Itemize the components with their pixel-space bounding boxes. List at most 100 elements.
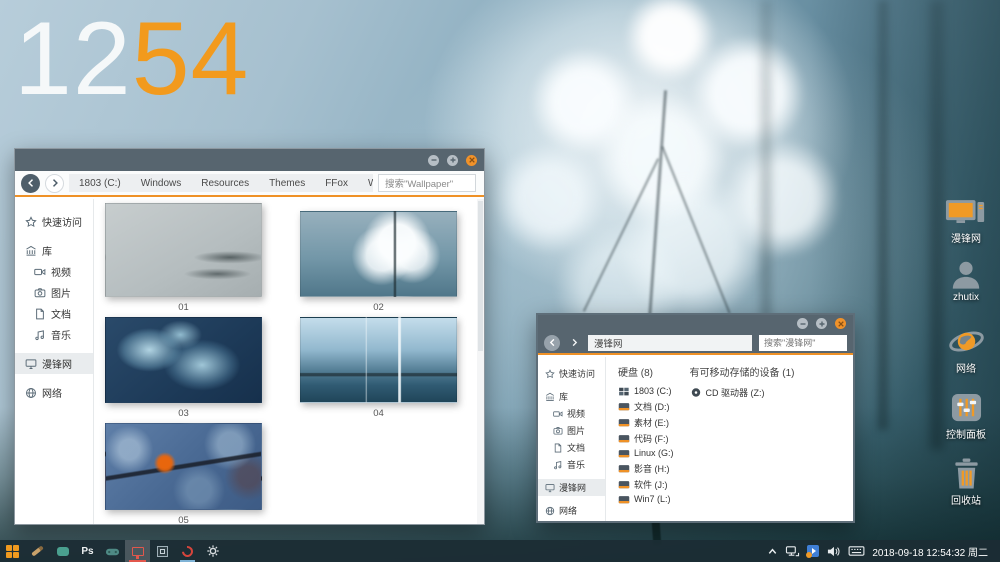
desktop-icon-manfengwang[interactable]: 漫锋网 bbox=[936, 198, 996, 245]
window-titlebar[interactable] bbox=[538, 315, 853, 332]
minimize-button[interactable] bbox=[797, 318, 808, 329]
wallpaper-image-02[interactable] bbox=[300, 211, 457, 297]
back-button[interactable] bbox=[544, 335, 560, 351]
search-input[interactable]: 搜索"Wallpaper" bbox=[378, 174, 476, 192]
wallpaper-image-01[interactable] bbox=[105, 203, 262, 297]
window-titlebar[interactable] bbox=[15, 149, 484, 171]
taskbar-app-notes[interactable] bbox=[150, 540, 175, 562]
back-button[interactable] bbox=[21, 174, 40, 193]
taskbar-app-messenger[interactable] bbox=[50, 540, 75, 562]
desktop-icon-network[interactable]: 网络 bbox=[936, 326, 996, 375]
network-globe-icon bbox=[948, 326, 985, 357]
gamepad-icon bbox=[105, 544, 120, 559]
start-button[interactable] bbox=[0, 540, 25, 562]
sidebar-item-libraries[interactable]: 库 bbox=[538, 388, 605, 405]
drive-item[interactable]: 素材 (E:) bbox=[618, 414, 674, 430]
drive-item[interactable]: 软件 (J:) bbox=[618, 476, 674, 492]
taskbar-app-pen[interactable] bbox=[25, 540, 50, 562]
square-app-icon bbox=[157, 546, 168, 557]
sidebar-item-libraries[interactable]: 库 bbox=[15, 240, 93, 261]
explorer-toolbar: 漫锋网 搜索"漫锋网" bbox=[538, 332, 853, 355]
drive-label: Linux (G:) bbox=[634, 448, 674, 458]
breadcrumb-item[interactable]: Wallpaper bbox=[358, 178, 373, 189]
hard-drives-group: 硬盘 (8) 1803 (C:) 文档 (D:) 素材 (E:) 代码 (F:)… bbox=[618, 364, 674, 521]
sidebar-item-label: 图片 bbox=[567, 424, 585, 437]
close-button[interactable] bbox=[835, 318, 846, 329]
clock-hours: 12 bbox=[14, 1, 132, 117]
minimize-button[interactable] bbox=[428, 155, 439, 166]
desktop-wallpaper[interactable]: 1254 1803 (C:) Windows Resources Themes … bbox=[0, 0, 1000, 562]
wallpaper-image-04[interactable] bbox=[300, 317, 457, 403]
file-thumbnail[interactable]: 04 bbox=[300, 317, 457, 419]
photoshop-icon: Ps bbox=[81, 546, 93, 557]
sidebar-item-videos[interactable]: 视频 bbox=[15, 261, 93, 282]
drive-item[interactable]: 文档 (D:) bbox=[618, 398, 674, 414]
sidebar-item-this-pc[interactable]: 漫锋网 bbox=[15, 353, 93, 374]
search-input[interactable]: 搜索"漫锋网" bbox=[759, 335, 847, 351]
breadcrumb-item[interactable]: Resources bbox=[191, 178, 259, 189]
desktop-icon-zhutix[interactable]: zhutix bbox=[936, 260, 996, 303]
address-bar[interactable]: 漫锋网 bbox=[588, 335, 752, 351]
sidebar-item-pictures[interactable]: 图片 bbox=[15, 282, 93, 303]
breadcrumb-item[interactable]: Themes bbox=[259, 178, 315, 189]
tray-touch-keyboard[interactable] bbox=[848, 545, 865, 557]
sidebar-item-network[interactable]: 网络 bbox=[538, 502, 605, 519]
drive-item[interactable]: Linux (G:) bbox=[618, 446, 674, 460]
explorer-sidebar: 快速访问 库 视频 图片 文档 音乐 漫锋网 网络 bbox=[15, 199, 94, 524]
file-thumbnail[interactable]: 03 bbox=[105, 317, 262, 419]
wallpaper-image-05[interactable] bbox=[105, 423, 262, 510]
tray-im-app[interactable] bbox=[807, 545, 819, 557]
network-status-icon bbox=[785, 545, 800, 558]
cd-drive-item[interactable]: CD 驱动器 (Z:) bbox=[690, 384, 795, 400]
forward-button[interactable] bbox=[45, 174, 64, 193]
scrollbar-thumb[interactable] bbox=[478, 201, 483, 351]
sidebar-item-documents[interactable]: 文档 bbox=[538, 439, 605, 456]
monitor-icon bbox=[132, 547, 144, 556]
tray-network[interactable] bbox=[785, 545, 800, 558]
tray-volume[interactable] bbox=[826, 545, 841, 558]
maximize-button[interactable] bbox=[816, 318, 827, 329]
taskbar-app-downloader[interactable] bbox=[175, 540, 200, 562]
sidebar-item-videos[interactable]: 视频 bbox=[538, 405, 605, 422]
sidebar-item-label: 快速访问 bbox=[559, 367, 595, 380]
scrollbar[interactable] bbox=[477, 199, 484, 524]
wallpaper-image-03[interactable] bbox=[105, 317, 262, 403]
sidebar-item-music[interactable]: 音乐 bbox=[538, 456, 605, 473]
file-thumbnail[interactable]: 02 bbox=[300, 211, 457, 313]
breadcrumb-item[interactable]: Windows bbox=[131, 178, 192, 189]
drive-item[interactable]: Win7 (L:) bbox=[618, 492, 674, 506]
explorer-body: 快速访问 库 视频 图片 文档 音乐 漫锋网 网络 硬盘 (8) 1803 (C… bbox=[538, 357, 853, 521]
sidebar-item-label: 图片 bbox=[51, 285, 71, 300]
taskbar-app-games[interactable] bbox=[100, 540, 125, 562]
tray-show-hidden-icons[interactable] bbox=[767, 546, 778, 557]
file-thumbnail[interactable]: 01 bbox=[105, 203, 262, 313]
sidebar-item-music[interactable]: 音乐 bbox=[15, 324, 93, 345]
taskbar-app-explorer[interactable] bbox=[125, 540, 150, 562]
breadcrumb-item[interactable]: FFox bbox=[315, 178, 358, 189]
sidebar-item-quick-access[interactable]: 快速访问 bbox=[538, 365, 605, 382]
gear-icon bbox=[206, 544, 220, 558]
taskbar-app-settings[interactable] bbox=[200, 540, 225, 562]
drive-item[interactable]: 1803 (C:) bbox=[618, 384, 674, 398]
drive-item[interactable]: 代码 (F:) bbox=[618, 430, 674, 446]
taskbar-clock[interactable]: 2018-09-18 12:54:32 周二 bbox=[872, 544, 988, 559]
taskbar-app-photoshop[interactable]: Ps bbox=[75, 540, 100, 562]
forward-button[interactable] bbox=[566, 335, 582, 351]
user-icon bbox=[950, 260, 982, 289]
desktop-icon-recycle-bin[interactable]: 回收站 bbox=[936, 458, 996, 507]
maximize-button[interactable] bbox=[447, 155, 458, 166]
sidebar-item-this-pc[interactable]: 漫锋网 bbox=[538, 479, 605, 496]
close-button[interactable] bbox=[466, 155, 477, 166]
sidebar-item-label: 漫锋网 bbox=[42, 356, 72, 371]
address-bar[interactable]: 1803 (C:) Windows Resources Themes FFox … bbox=[69, 174, 373, 192]
sidebar-item-pictures[interactable]: 图片 bbox=[538, 422, 605, 439]
sidebar-item-label: 文档 bbox=[567, 441, 585, 454]
sidebar-item-network[interactable]: 网络 bbox=[15, 382, 93, 403]
breadcrumb-item[interactable]: 1803 (C:) bbox=[69, 178, 131, 189]
sidebar-item-quick-access[interactable]: 快速访问 bbox=[15, 211, 93, 232]
file-thumbnail[interactable]: 05 bbox=[105, 423, 262, 526]
sidebar-item-documents[interactable]: 文档 bbox=[15, 303, 93, 324]
desktop-icon-control-panel[interactable]: 控制面板 bbox=[936, 392, 996, 441]
control-panel-icon bbox=[950, 392, 983, 423]
drive-item[interactable]: 影音 (H:) bbox=[618, 460, 674, 476]
